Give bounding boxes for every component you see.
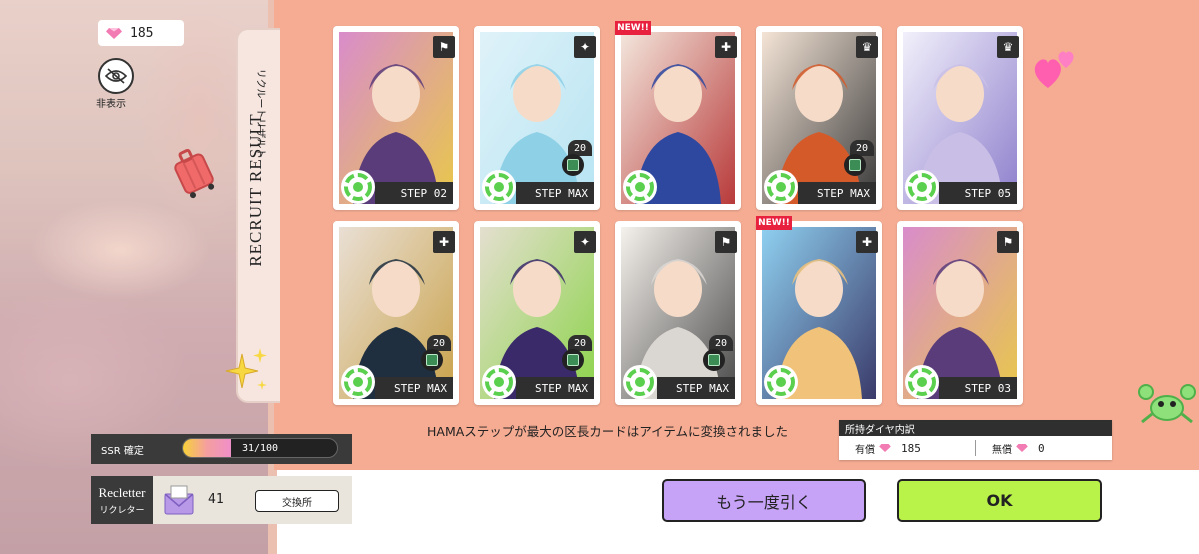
- character-card[interactable]: ✚: [615, 26, 741, 210]
- new-badge: NEW!!: [615, 21, 651, 35]
- flag-icon: ⚑: [433, 36, 455, 58]
- attribute-icon: [905, 170, 939, 204]
- attribute-icon: [482, 365, 516, 399]
- item-count: 20: [562, 140, 592, 176]
- sparkle-icon: [225, 348, 267, 390]
- ssr-guarantee-bar: SSR 確定 31/100: [91, 434, 352, 464]
- crown-icon: ♛: [997, 36, 1019, 58]
- step-label: STEP MAX: [798, 182, 876, 204]
- diamond-breakdown: 所持ダイヤ内訳 有償 185 無償 0: [839, 420, 1112, 460]
- ssr-progress-text: 31/100: [241, 442, 279, 454]
- recletter-label-en: Recletter: [98, 484, 146, 500]
- character-card[interactable]: ✚: [756, 221, 882, 405]
- crown-icon: ♛: [856, 36, 878, 58]
- attribute-icon: [764, 365, 798, 399]
- item-count: 20: [844, 140, 874, 176]
- new-badge: NEW!!: [756, 216, 792, 230]
- free-label: 無償: [992, 444, 1012, 456]
- item-count: 20: [562, 335, 592, 371]
- ssr-label: SSR 確定: [101, 445, 144, 457]
- character-card[interactable]: ✦ STEP MAX 20: [474, 221, 600, 405]
- letter-icon: [164, 485, 194, 515]
- gem-count: 185: [130, 25, 154, 41]
- character-card[interactable]: ✦ STEP MAX 20: [474, 26, 600, 210]
- recletter-label: Recletter リクレター: [91, 476, 153, 524]
- character-card[interactable]: ⚑ STEP 02: [333, 26, 459, 210]
- attribute-icon: [623, 170, 657, 204]
- diamond-icon: [879, 444, 891, 452]
- character-card[interactable]: ♛ STEP MAX 20: [756, 26, 882, 210]
- hearts-icon: [1034, 51, 1074, 88]
- step-label: STEP MAX: [516, 377, 594, 399]
- tab-subtitle: リクルートリザルト: [254, 68, 266, 159]
- drill-icon: ✚: [715, 36, 737, 58]
- book-icon: [844, 154, 866, 176]
- draw-again-button[interactable]: もう一度引く: [662, 479, 866, 522]
- item-count: 20: [421, 335, 451, 371]
- hide-ui-label: 非表示: [96, 99, 126, 110]
- character-card[interactable]: ⚑ STEP 03: [897, 221, 1023, 405]
- attribute-icon: [482, 170, 516, 204]
- book-icon: [421, 349, 443, 371]
- step-label: STEP MAX: [375, 377, 453, 399]
- step-label: STEP 03: [939, 377, 1017, 399]
- crab-icon: [1138, 384, 1196, 424]
- exchange-button[interactable]: 交換所: [255, 490, 339, 512]
- gem-counter: 185: [98, 20, 184, 46]
- medkit-icon: ✚: [856, 231, 878, 253]
- attribute-icon: [341, 170, 375, 204]
- attribute-icon: [341, 365, 375, 399]
- conversion-notice: HAMAステップが最大の区長カードはアイテムに変換されました: [427, 424, 789, 439]
- flag-icon: ⚑: [715, 231, 737, 253]
- book-icon: [562, 154, 584, 176]
- character-card[interactable]: ♛ STEP 05: [897, 26, 1023, 210]
- ok-button[interactable]: OK: [897, 479, 1102, 522]
- recletter-panel: Recletter リクレター 41 交換所: [91, 476, 352, 524]
- diamond-icon: [106, 27, 122, 39]
- diamond-breakdown-title: 所持ダイヤ内訳: [839, 420, 1112, 436]
- book-icon: [562, 349, 584, 371]
- book-icon: [703, 349, 725, 371]
- wing-icon: ✦: [574, 231, 596, 253]
- step-label: STEP MAX: [516, 182, 594, 204]
- step-label: STEP MAX: [657, 377, 735, 399]
- eye-off-icon: [105, 68, 127, 84]
- paid-label: 有償: [855, 444, 875, 456]
- suitcase-icon: [174, 148, 215, 199]
- item-count: 20: [703, 335, 733, 371]
- wing-icon: ✦: [574, 36, 596, 58]
- character-card[interactable]: ✚ STEP MAX 20: [333, 221, 459, 405]
- diamond-icon: [1016, 444, 1028, 452]
- recletter-count: 41: [208, 492, 224, 507]
- ssr-progress-track: 31/100: [182, 438, 338, 458]
- character-card[interactable]: ⚑ STEP MAX 20: [615, 221, 741, 405]
- attribute-icon: [905, 365, 939, 399]
- paid-value: 185: [901, 441, 921, 455]
- recletter-label-jp: リクレター: [99, 505, 145, 516]
- step-label: STEP 05: [939, 182, 1017, 204]
- attribute-icon: [764, 170, 798, 204]
- hide-ui-button[interactable]: [98, 58, 134, 94]
- free-value: 0: [1038, 441, 1045, 455]
- medkit-icon: ✚: [433, 231, 455, 253]
- flag-icon: ⚑: [997, 231, 1019, 253]
- step-label: STEP 02: [375, 182, 453, 204]
- attribute-icon: [623, 365, 657, 399]
